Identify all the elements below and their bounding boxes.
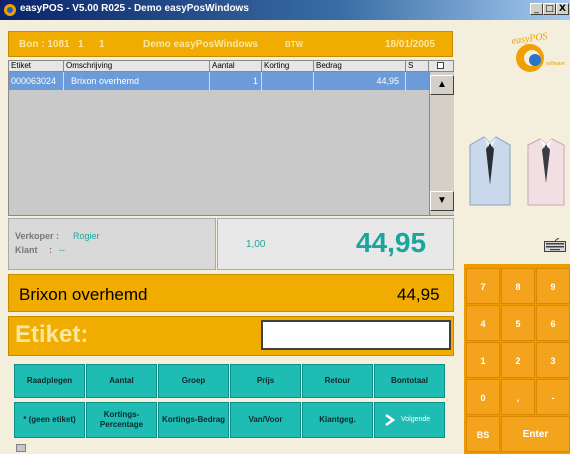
shop-name: Demo easyPosWindows [143, 39, 258, 50]
verkoper-label: Verkoper : [15, 231, 60, 241]
volgende-button[interactable]: Volgende [374, 402, 445, 438]
current-item-name: Brixon overhemd [19, 285, 148, 304]
title-bar[interactable]: easyPOS - V5.00 R025 - Demo easyPosWindo… [0, 0, 570, 20]
logo-subtext: software [546, 61, 565, 67]
cell-korting [262, 72, 314, 90]
van-voor-button[interactable]: Van/Voor [230, 402, 301, 438]
total-amount: 44,95 [356, 227, 427, 258]
key-4[interactable]: 4 [466, 305, 500, 341]
cell-s [406, 72, 429, 90]
key-6[interactable]: 6 [536, 305, 570, 341]
chevron-right-icon [385, 413, 396, 427]
btw-label: BTW [285, 40, 304, 49]
close-button[interactable]: X [556, 3, 569, 15]
backspace-button[interactable]: BS [466, 416, 500, 452]
cell-aantal: 1 [210, 72, 262, 90]
minimize-button[interactable]: _ [530, 3, 543, 15]
groep-button[interactable]: Groep [158, 364, 229, 398]
key-0[interactable]: 0 [466, 379, 500, 415]
enter-button[interactable]: Enter [501, 416, 570, 452]
etiket-label: Etiket: [15, 321, 89, 348]
key-9[interactable]: 9 [536, 268, 570, 304]
easypos-logo: easyPOS software [511, 31, 565, 72]
klantgeg-button[interactable]: Klantgeg. [302, 402, 373, 438]
total-panel: 1,00 44,95 [217, 218, 454, 270]
key-comma[interactable]: , [501, 379, 535, 415]
header-field-2: 1 [99, 39, 105, 50]
keyboard-icon[interactable] [544, 238, 566, 252]
status-monitor-icon [16, 444, 26, 452]
key-7[interactable]: 7 [466, 268, 500, 304]
key-8[interactable]: 8 [501, 268, 535, 304]
product-shirts-image [466, 135, 570, 207]
aantal-button[interactable]: Aantal [86, 364, 157, 398]
key-minus[interactable]: - [536, 379, 570, 415]
key-3[interactable]: 3 [536, 342, 570, 378]
table-header: Etiket Omschrijving Aantal Korting Bedra… [9, 61, 453, 72]
cell-omschrijving: Brixon overhemd [64, 72, 210, 90]
klant-separator: : [49, 245, 52, 255]
col-etiket: Etiket [9, 61, 64, 71]
volgende-label: Volgende [401, 416, 431, 423]
maximize-button[interactable]: □ [543, 3, 556, 15]
seller-panel: Verkoper : Rogier Klant : -- [8, 218, 216, 270]
table-row[interactable]: 000063024 Brixon overhemd 1 44,95 [9, 72, 429, 90]
bon-number: Bon : 1081 [19, 39, 70, 50]
bontotaal-button[interactable]: Bontotaal [374, 364, 445, 398]
current-item-bar: Brixon overhemd 44,95 [8, 274, 454, 312]
col-aantal: Aantal [210, 61, 262, 71]
klant-label: Klant [15, 245, 38, 255]
table-scrollbar[interactable]: ▲ ▼ [429, 72, 454, 215]
window-title: easyPOS - V5.00 R025 - Demo easyPosWindo… [20, 3, 249, 14]
prijs-button[interactable]: Prijs [230, 364, 301, 398]
scroll-down-button[interactable]: ▼ [430, 191, 454, 211]
verkoper-value: Rogier [73, 231, 100, 241]
receipt-date: 18/01/2005 [385, 39, 436, 50]
total-quantity: 1,00 [246, 239, 266, 250]
column-picker-icon[interactable] [429, 61, 453, 71]
kortings-percentage-button[interactable]: Kortings-Percentage [86, 402, 157, 438]
retour-button[interactable]: Retour [302, 364, 373, 398]
klant-value: -- [59, 245, 65, 255]
scroll-up-button[interactable]: ▲ [430, 75, 454, 95]
geen-etiket-button[interactable]: * (geen etiket) [14, 402, 85, 438]
kortings-bedrag-button[interactable]: Kortings-Bedrag [158, 402, 229, 438]
current-item-price: 44,95 [397, 285, 440, 304]
col-omschrijving: Omschrijving [64, 61, 210, 71]
header-field-1: 1 [78, 39, 84, 50]
sales-table[interactable]: Etiket Omschrijving Aantal Korting Bedra… [8, 60, 454, 216]
raadplegen-button[interactable]: Raadplegen [14, 364, 85, 398]
etiket-bar: Etiket: [8, 316, 454, 356]
app-logo-icon [4, 4, 16, 16]
col-korting: Korting [262, 61, 314, 71]
cell-bedrag: 44,95 [314, 72, 406, 90]
cell-etiket: 000063024 [9, 72, 64, 90]
receipt-header: Bon : 1081 1 1 Demo easyPosWindows BTW 1… [8, 31, 453, 57]
key-5[interactable]: 5 [501, 305, 535, 341]
key-2[interactable]: 2 [501, 342, 535, 378]
col-s: S [406, 61, 429, 71]
etiket-input[interactable] [261, 320, 451, 350]
key-1[interactable]: 1 [466, 342, 500, 378]
col-bedrag: Bedrag [314, 61, 406, 71]
numpad: 7 8 9 4 5 6 1 2 3 0 , - BS Enter [464, 264, 570, 454]
